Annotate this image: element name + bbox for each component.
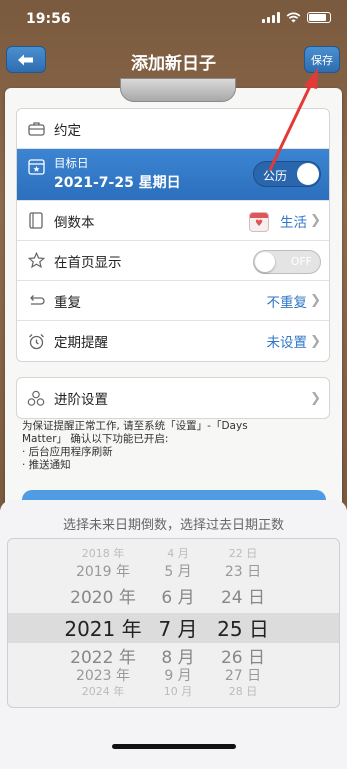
date-picker-sheet: 选择未来日期倒数，选择过去日期正数 2018 年 2019 年 2020 年 2021… [0, 500, 347, 769]
picker-month-item[interactable]: 9 月 [148, 665, 208, 685]
title-input-row[interactable]: 约定 [17, 109, 329, 149]
form-group-main: 约定 目标日 2021-7-25 星期日 公历 倒数本 ♥ 生活 ❯ 在首页显示… [16, 108, 330, 362]
status-icons [262, 12, 331, 23]
life-calendar-icon: ♥ [249, 212, 269, 232]
year-wheel[interactable]: 2018 年 2019 年 2020 年 2021 年 2022 年 2023 年 2024… [48, 539, 158, 707]
wifi-icon [286, 12, 301, 23]
picker-month-item[interactable]: 5 月 [148, 561, 208, 581]
picker-day-item[interactable]: 27 日 [213, 665, 273, 685]
cubes-icon [27, 389, 45, 407]
picker-month-item[interactable]: 10 月 [148, 683, 208, 699]
battery-icon [307, 12, 331, 23]
toggle-knob [255, 252, 275, 272]
book-row[interactable]: 倒数本 ♥ 生活 ❯ [17, 201, 329, 241]
reminder-row[interactable]: 定期提醒 未设置 ❯ [17, 321, 329, 361]
picker-day-item[interactable]: 28 日 [213, 683, 273, 699]
signal-icon [262, 12, 280, 23]
page-title: 添加新日子 [131, 54, 216, 74]
nav-bar: 添加新日子 保存 [0, 44, 347, 76]
date-picker[interactable]: 2018 年 2019 年 2020 年 2021 年 2022 年 2023 年 2024… [7, 538, 340, 708]
picker-year-item[interactable]: 2021 年 [48, 613, 158, 642]
homepage-toggle-label: OFF [290, 255, 312, 268]
note-line: 为保证提醒正常工作, 请至系统「设置」-「Days [22, 420, 248, 432]
picker-month-item[interactable]: 4 月 [148, 545, 208, 561]
briefcase-icon [27, 120, 45, 138]
status-time: 19:56 [26, 11, 71, 27]
toggle-knob [297, 163, 319, 185]
advanced-settings-row[interactable]: 进阶设置 ❯ [17, 378, 329, 418]
reminder-label: 定期提醒 [54, 335, 108, 351]
permission-note: 为保证提醒正常工作, 请至系统「设置」-「Days Matter」 确认以下功能… [22, 420, 322, 472]
book-label: 倒数本 [54, 214, 95, 231]
target-date-value: 2021-7-25 星期日 [54, 175, 181, 191]
day-wheel[interactable]: 22 日 23 日 24 日 25 日 26 日 27 日 28 日 [213, 539, 273, 707]
picker-hint: 选择未来日期倒数，选择过去日期正数 [62, 518, 284, 533]
picker-day-item[interactable]: 25 日 [213, 613, 273, 642]
chevron-right-icon: ❯ [310, 390, 321, 406]
target-date-row[interactable]: 目标日 2021-7-25 星期日 公历 [17, 149, 329, 201]
chevron-right-icon: ❯ [310, 213, 321, 228]
save-button[interactable]: 保存 [304, 46, 340, 73]
target-date-label: 目标日 [54, 156, 89, 170]
picker-day-item[interactable]: 24 日 [213, 583, 273, 608]
repeat-icon [27, 292, 45, 310]
homepage-toggle[interactable]: OFF [253, 250, 321, 274]
calendar-type-label: 公历 [263, 169, 288, 183]
calendar-type-toggle[interactable]: 公历 [253, 161, 321, 187]
homepage-label: 在首页显示 [54, 254, 122, 271]
month-wheel[interactable]: 4 月5 月6 月7 月8 月9 月 10 月 [148, 539, 208, 707]
home-indicator [112, 744, 236, 749]
chevron-right-icon: ❯ [310, 293, 321, 308]
picker-month-item[interactable]: 6 月 [148, 583, 208, 608]
advanced-settings-label: 进阶设置 [54, 392, 108, 408]
status-bar: 19:56 [0, 0, 347, 40]
calendar-star-icon [27, 157, 45, 175]
picker-year-item[interactable]: 2019 年 [48, 561, 158, 581]
note-line: · 推送通知 [22, 459, 71, 471]
picker-month-item[interactable]: 7 月 [148, 613, 208, 642]
advanced-group: 进阶设置 ❯ [16, 377, 330, 419]
picker-day-item[interactable]: 23 日 [213, 561, 273, 581]
star-icon [27, 252, 45, 270]
repeat-label: 重复 [54, 294, 81, 311]
picker-year-item[interactable]: 2020 年 [48, 583, 158, 608]
repeat-row[interactable]: 重复 不重复 ❯ [17, 281, 329, 321]
alarm-clock-icon [27, 332, 45, 350]
picker-day-item[interactable]: 22 日 [213, 545, 273, 561]
homepage-row: 在首页显示 OFF [17, 241, 329, 281]
reminder-value: 未设置 [266, 335, 308, 351]
picker-year-item[interactable]: 2024 年 [48, 683, 158, 699]
book-value: 生活 [280, 214, 307, 231]
picker-year-item[interactable]: 2023 年 [48, 665, 158, 685]
clipboard-clip [120, 78, 236, 102]
book-icon [27, 212, 45, 230]
note-line: · 后台应用程序刷新 [22, 446, 113, 458]
repeat-value: 不重复 [266, 294, 308, 311]
title-input[interactable]: 约定 [54, 119, 81, 139]
note-line: Matter」 确认以下功能已开启: [22, 433, 169, 445]
picker-year-item[interactable]: 2018 年 [48, 545, 158, 561]
chevron-right-icon: ❯ [310, 333, 321, 349]
